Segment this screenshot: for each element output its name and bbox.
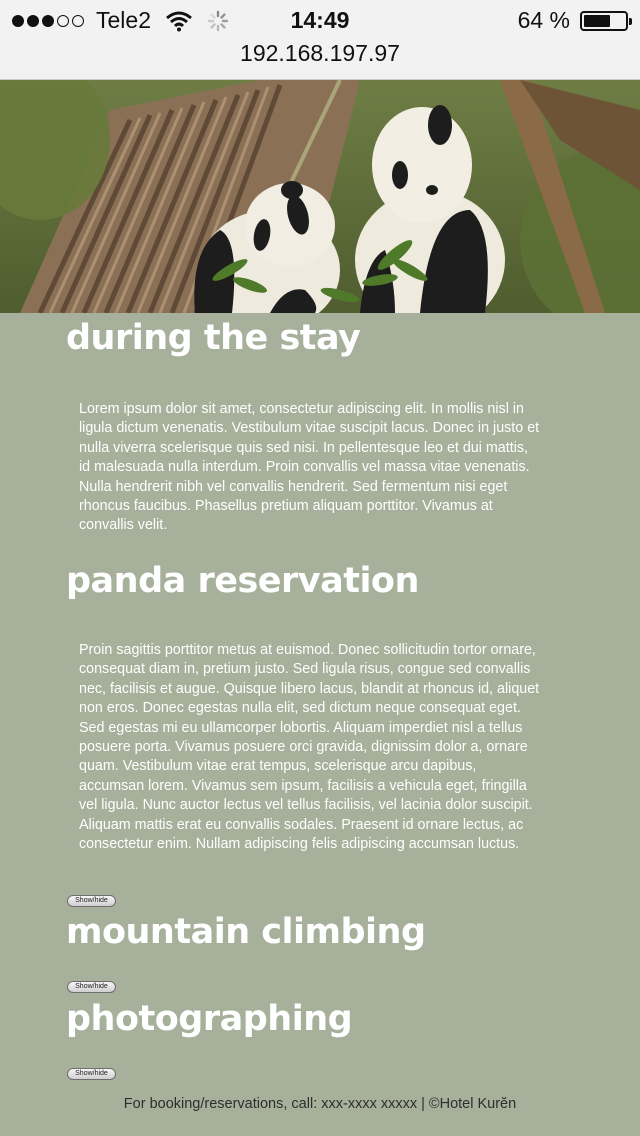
battery-percent: 64 % [517, 7, 570, 33]
show-hide-button-mountain-climbing[interactable]: Show/hide [67, 981, 116, 993]
battery-icon [580, 10, 632, 31]
show-hide-button-panda-reservation[interactable]: Show/hide [67, 895, 116, 907]
section-title-panda-reservation: panda reservation [66, 561, 419, 601]
battery-fill [584, 14, 610, 27]
status-bar: Tele2 14:49 64 % [0, 0, 640, 40]
address-bar[interactable]: 192.168.197.97 [0, 40, 640, 80]
section-title-during-the-stay: during the stay [66, 318, 361, 358]
url-text: 192.168.197.97 [240, 40, 400, 66]
status-bar-right: 64 % [517, 7, 632, 34]
section-text-during-the-stay: Lorem ipsum dolor sit amet, consectetur … [79, 401, 540, 534]
section-title-mountain-climbing: mountain climbing [66, 912, 426, 952]
hero-image [0, 80, 640, 313]
panda-photo [0, 80, 640, 313]
footer-text: For booking/reservations, call: xxx-xxxx… [123, 1096, 517, 1112]
section-title-photographing: photographing [66, 999, 353, 1039]
show-hide-button-photographing[interactable]: Show/hide [67, 1068, 116, 1080]
main-content: during the stay Lorem ipsum dolor sit am… [0, 313, 640, 1136]
section-text-panda-reservation: Proin sagittis porttitor metus at euismo… [79, 642, 540, 853]
